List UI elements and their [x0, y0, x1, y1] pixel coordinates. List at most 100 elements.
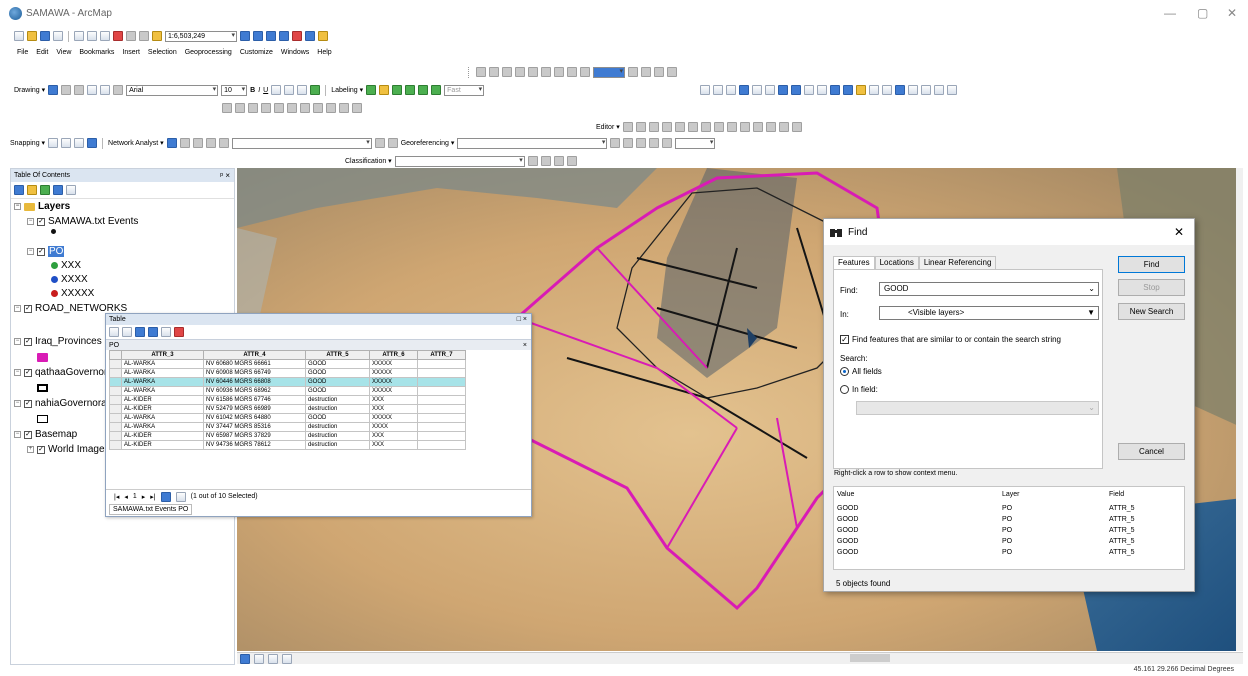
font-color-icon[interactable]: [271, 85, 282, 95]
undo-icon[interactable]: [126, 31, 136, 41]
menu-geoprocessing[interactable]: Geoprocessing: [185, 49, 232, 56]
graphic-tool-icon[interactable]: [313, 103, 323, 113]
table-of-contents-icon[interactable]: [253, 31, 263, 41]
table-cell[interactable]: XXX: [369, 440, 418, 450]
edit-tool-icon[interactable]: [622, 122, 633, 132]
table-cell[interactable]: AL-WARKA: [121, 368, 204, 378]
graphic-tool-icon[interactable]: [300, 103, 310, 113]
add-control-points-icon[interactable]: [649, 138, 660, 148]
select-by-attributes-icon[interactable]: [135, 327, 145, 337]
row-selector[interactable]: [109, 386, 122, 396]
results-header[interactable]: Layer: [1002, 491, 1020, 498]
collapse-icon[interactable]: −: [27, 218, 34, 225]
cancel-button[interactable]: Cancel: [1118, 443, 1185, 460]
layer-visibility-checkbox[interactable]: ✓: [24, 304, 32, 313]
in-field-radio[interactable]: [840, 385, 849, 395]
result-row[interactable]: GOOD PO ATTR_5: [837, 549, 1177, 560]
shift-georef-icon[interactable]: [623, 138, 634, 148]
new-text-icon[interactable]: [100, 85, 111, 95]
table-cell[interactable]: [417, 395, 466, 405]
table-cell[interactable]: AL-KIDER: [121, 404, 204, 414]
all-fields-radio[interactable]: [840, 367, 849, 377]
change-layout-icon[interactable]: [654, 67, 664, 77]
model-builder-icon[interactable]: [318, 31, 328, 41]
graphic-tool-icon[interactable]: [352, 103, 362, 113]
font-size-dropdown[interactable]: 10: [221, 84, 248, 96]
similar-checkbox-row[interactable]: ✓ Find features that are similar to or co…: [840, 335, 1061, 345]
rotate-icon[interactable]: [61, 85, 72, 95]
next-record-button[interactable]: ▸: [142, 493, 146, 501]
table-cell[interactable]: XXXXX: [369, 386, 418, 396]
menu-edit[interactable]: Edit: [36, 49, 48, 56]
similar-checkbox[interactable]: ✓: [840, 335, 849, 345]
map-scale-dropdown[interactable]: 1:6,503,249: [165, 30, 237, 42]
column-header[interactable]: ATTR_4: [203, 350, 306, 360]
copy-icon[interactable]: [87, 31, 97, 41]
close-button[interactable]: ✕: [1227, 6, 1237, 20]
toc-options-icon[interactable]: [66, 185, 76, 195]
row-selector[interactable]: [109, 395, 122, 405]
dropdown-arrow-icon[interactable]: ▼: [1087, 307, 1095, 319]
table-options-icon[interactable]: [109, 327, 119, 337]
table-cell[interactable]: AL-WARKA: [121, 413, 204, 423]
fixed-zoom-out-layout-icon[interactable]: [541, 67, 551, 77]
table-cell[interactable]: XXXXX: [369, 368, 418, 378]
collapse-icon[interactable]: −: [14, 338, 21, 345]
column-header[interactable]: ATTR_7: [417, 350, 466, 360]
table-cell[interactable]: GOOD: [305, 413, 370, 423]
point-snapping-icon[interactable]: [48, 138, 59, 148]
table-cell[interactable]: XXX: [369, 431, 418, 441]
table-cell[interactable]: NV 94736 MGRS 78612: [203, 440, 306, 450]
layout-view-icon[interactable]: [254, 653, 264, 664]
graphic-tool-icon[interactable]: [326, 103, 336, 113]
table-cell[interactable]: AL-WARKA: [121, 359, 204, 369]
toolbar-grip[interactable]: [468, 66, 471, 78]
current-record[interactable]: 1: [133, 493, 137, 500]
georeferencing-layer-dropdown[interactable]: [457, 137, 608, 149]
table-row[interactable]: AL-KIDER NV 94736 MGRS 78612 destruction XX…: [109, 440, 466, 450]
table-cell[interactable]: GOOD: [305, 377, 370, 387]
classification-menu[interactable]: Classification ▾: [345, 157, 392, 165]
rectangle-icon[interactable]: [87, 85, 98, 95]
label-weight-icon[interactable]: [431, 85, 442, 95]
result-row[interactable]: GOOD PO ATTR_5: [837, 527, 1177, 538]
table-cell[interactable]: NV 60936 MGRS 68962: [203, 386, 306, 396]
pause-labeling-icon[interactable]: [392, 85, 403, 95]
row-selector[interactable]: [109, 413, 122, 423]
fixed-zoom-in-layout-icon[interactable]: [528, 67, 538, 77]
table-cell[interactable]: AL-WARKA: [121, 377, 204, 387]
row-selector[interactable]: [109, 377, 122, 387]
data-driven-pages-icon[interactable]: [667, 67, 677, 77]
zoom-out-layout-icon[interactable]: [489, 67, 499, 77]
hyperlink-icon[interactable]: [856, 85, 866, 95]
layer-visibility-checkbox[interactable]: ✓: [37, 445, 45, 454]
layer-visibility-checkbox[interactable]: ✓: [37, 217, 45, 226]
table-cell[interactable]: [417, 368, 466, 378]
trace-icon[interactable]: [674, 122, 685, 132]
table-cell[interactable]: NV 60446 MGRS 66808: [203, 377, 306, 387]
collapse-icon[interactable]: −: [14, 305, 21, 312]
vertical-scrollbar[interactable]: [1236, 168, 1243, 651]
table-cell[interactable]: NV 61586 MGRS 67746: [203, 395, 306, 405]
new-search-button[interactable]: New Search: [1118, 303, 1185, 320]
underline-button[interactable]: U: [263, 87, 268, 94]
toc-close-button[interactable]: ᵖ ×: [220, 169, 230, 182]
table-row[interactable]: AL-WARKA NV 61042 MGRS 64880 GOOD XXXXX: [109, 413, 466, 423]
data-view-icon[interactable]: [240, 653, 250, 664]
table-cell[interactable]: destruction: [305, 395, 370, 405]
menu-windows[interactable]: Windows: [281, 49, 309, 56]
go-back-icon[interactable]: [778, 85, 788, 95]
training-sample-manager-icon[interactable]: [527, 156, 538, 166]
edge-snapping-icon[interactable]: [87, 138, 98, 148]
line-color-icon[interactable]: [297, 85, 308, 95]
table-cell[interactable]: [417, 431, 466, 441]
directions-icon[interactable]: [218, 138, 229, 148]
first-record-button[interactable]: |◂: [114, 493, 119, 501]
reshape-icon[interactable]: [713, 122, 724, 132]
attributes-icon[interactable]: [765, 122, 776, 132]
new-document-icon[interactable]: [14, 31, 24, 41]
row-selector[interactable]: [109, 368, 122, 378]
show-all-records-icon[interactable]: [160, 491, 171, 502]
vertex-snapping-icon[interactable]: [74, 138, 85, 148]
bold-button[interactable]: B: [250, 87, 255, 94]
